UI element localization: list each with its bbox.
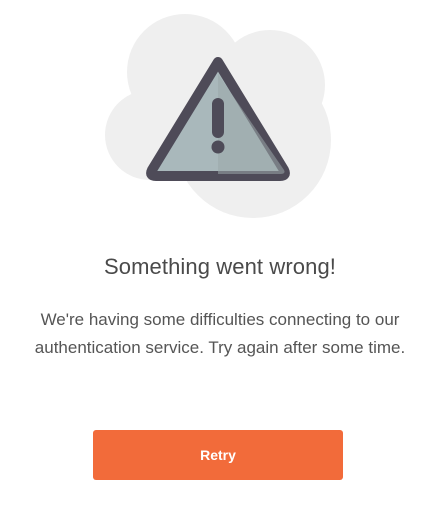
error-message: We're having some difficulties connectin… — [34, 310, 406, 357]
warning-triangle-icon — [105, 14, 331, 218]
retry-button[interactable]: Retry — [93, 430, 343, 480]
error-title: Something went wrong! — [103, 254, 336, 279]
error-illustration — [0, 0, 440, 230]
